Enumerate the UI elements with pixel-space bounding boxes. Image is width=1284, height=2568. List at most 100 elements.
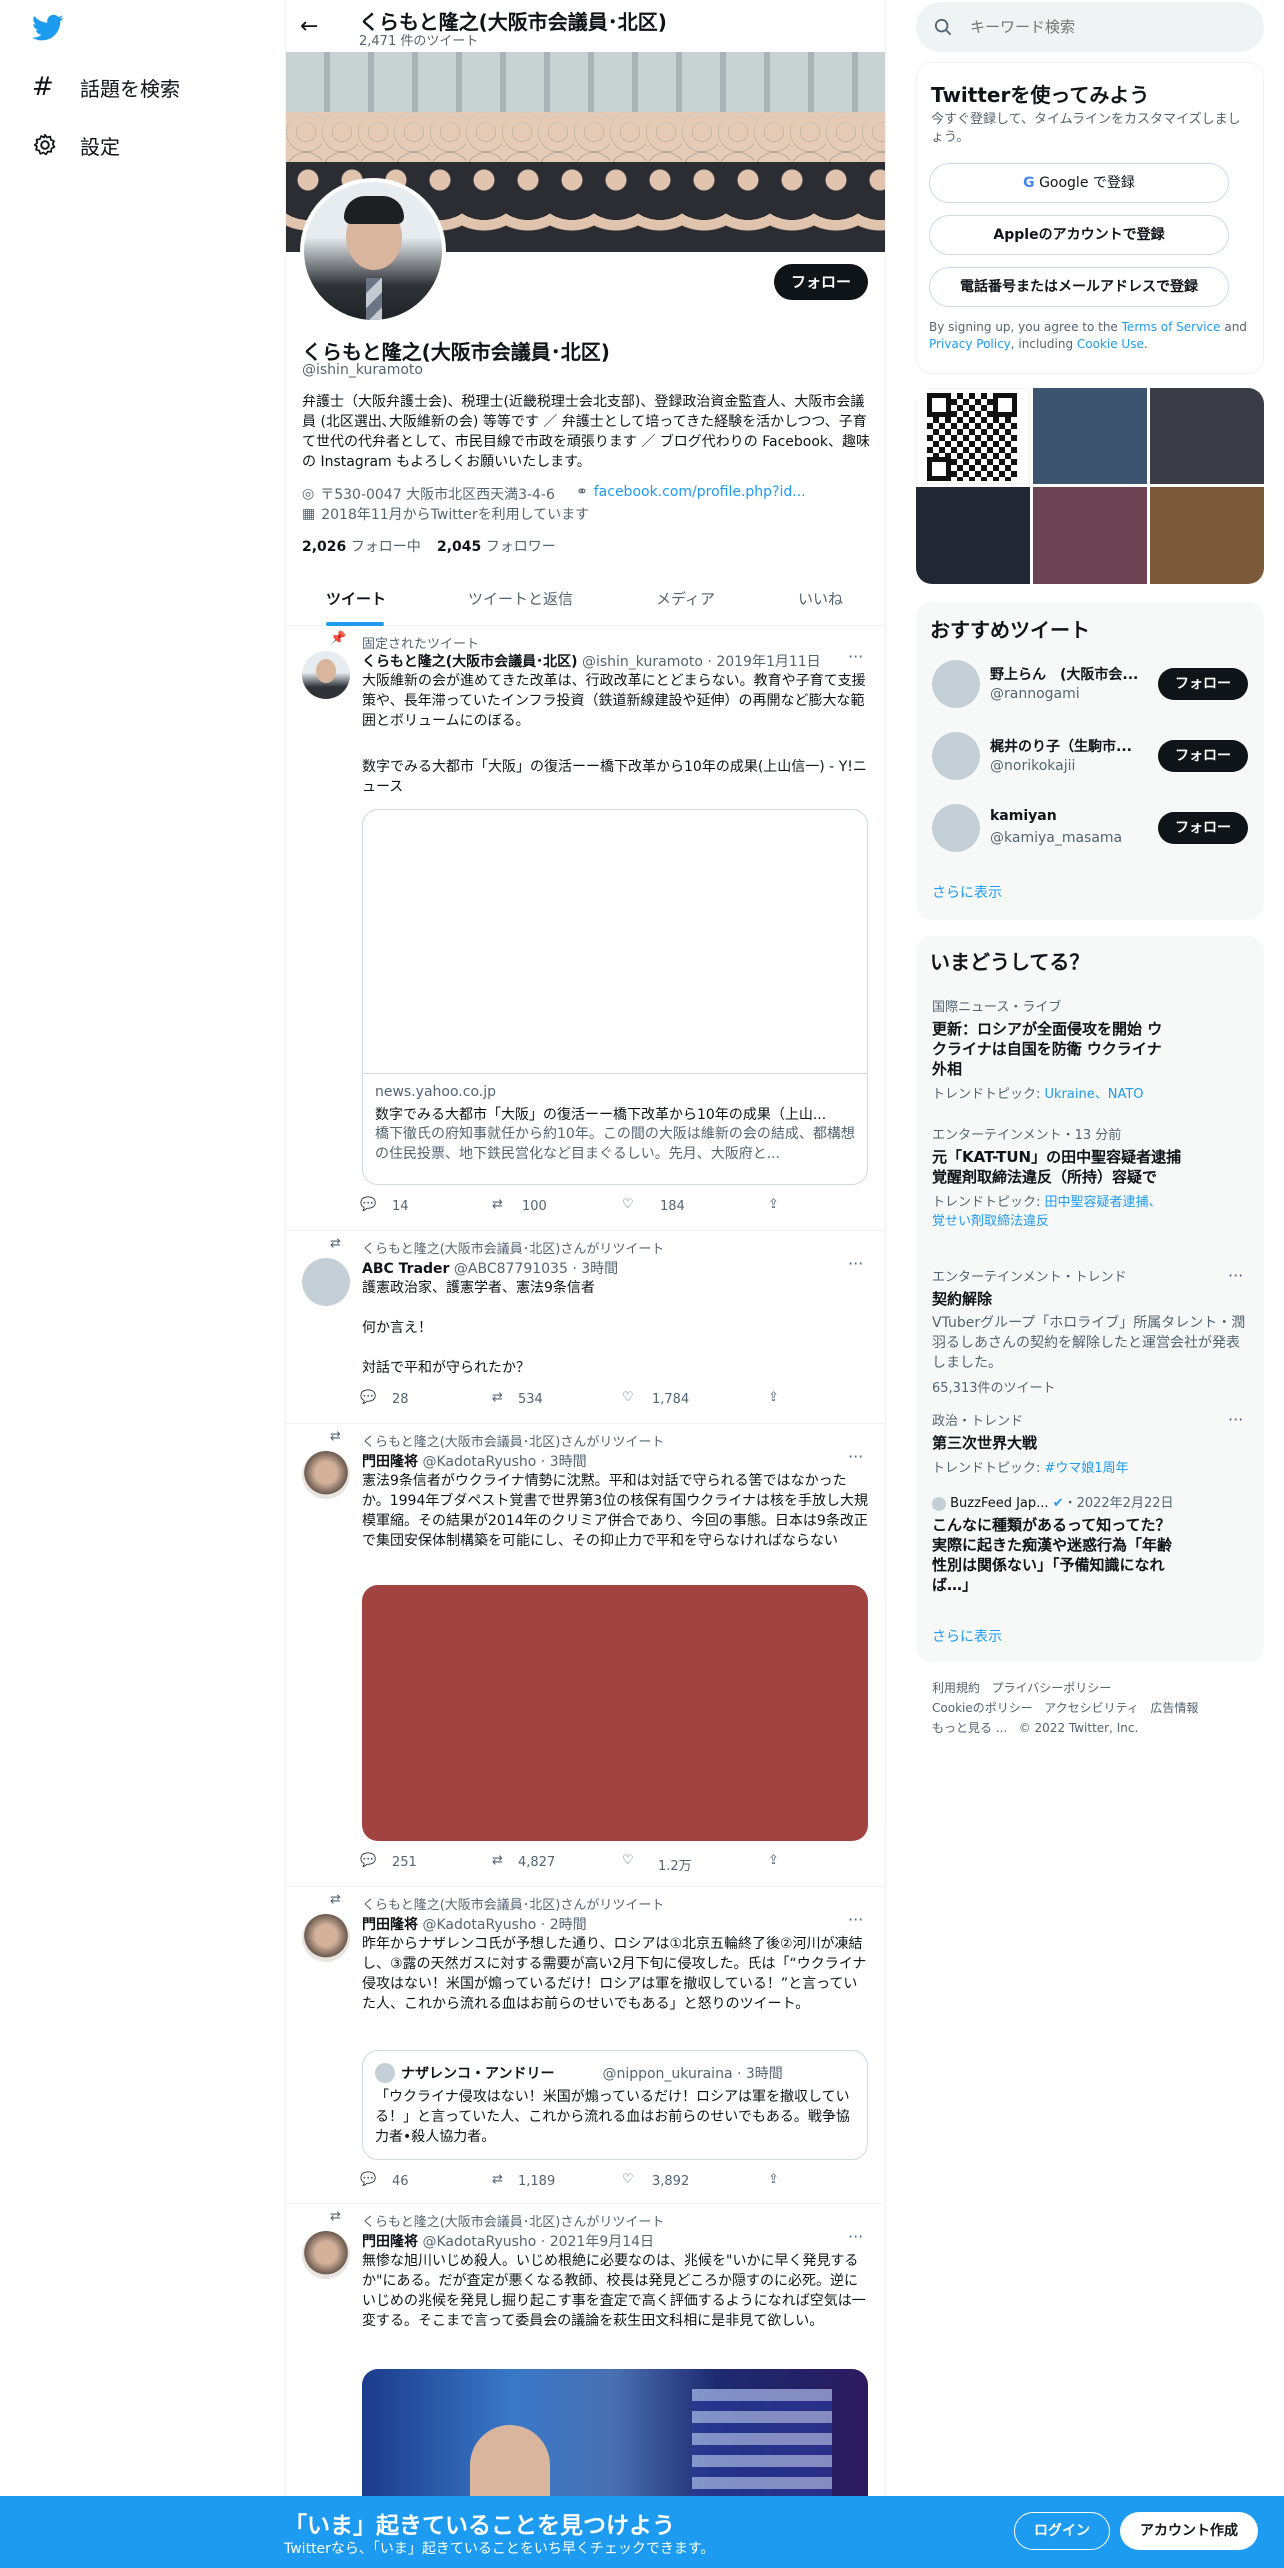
like-icon[interactable]: ♡ <box>622 1390 634 1405</box>
who-show-more[interactable]: さらに表示 <box>932 882 1002 902</box>
follow-user-button[interactable]: フォロー <box>1158 740 1248 772</box>
tweet-retweet-kadota-2[interactable]: ⇄ くらもと隆之(大阪市会議員･北区)さんがリツイート 門田隆将 @Kadota… <box>286 1888 885 2204</box>
tab-tweets[interactable]: ツイート <box>326 588 386 609</box>
tab-media[interactable]: メディア <box>656 588 715 609</box>
reply-icon[interactable]: 💬 <box>360 2172 376 2187</box>
nav-settings[interactable]: 設定 <box>32 128 120 162</box>
more-icon[interactable]: ··· <box>848 647 863 666</box>
tweet-retweet-abc[interactable]: ⇄ くらもと隆之(大阪市会議員･北区)さんがリツイート ABC Trader @… <box>286 1232 885 1424</box>
retweet-small-icon: ⇄ <box>330 1892 341 1907</box>
footer-more[interactable]: もっと見る ... <box>932 1721 1007 1735</box>
profile-avatar[interactable] <box>300 178 446 324</box>
retweet-icon[interactable]: ⇄ <box>492 1197 503 1212</box>
like-icon[interactable]: ♡ <box>622 1853 634 1868</box>
tab-likes[interactable]: いいね <box>798 588 843 609</box>
followers-stat[interactable]: 2,045 フォロワー <box>437 536 556 556</box>
tweet-media-image[interactable] <box>362 1585 868 1841</box>
google-signup-button[interactable]: G Google で登録 <box>929 163 1229 203</box>
media-thumb[interactable] <box>1033 487 1147 584</box>
user-avatar[interactable] <box>932 732 980 780</box>
avatar[interactable] <box>302 1451 350 1499</box>
avatar[interactable] <box>302 1914 350 1962</box>
back-arrow-icon[interactable]: ← <box>300 14 318 39</box>
signup-button[interactable]: アカウント作成 <box>1120 2512 1258 2550</box>
trend-item[interactable]: エンターテインメント・13 分前 元「KAT-TUN」の田中聖容疑者逮捕 覚醒剤… <box>932 1124 1252 1229</box>
tweet-pinned[interactable]: 📌 固定されたツイート くらもと隆之(大阪市会議員･北区) @ishin_kur… <box>286 627 885 1231</box>
google-icon: G <box>1023 175 1035 191</box>
media-thumb-qr[interactable] <box>916 388 1030 484</box>
link-card[interactable]: news.yahoo.co.jp 数字でみる大都市「大阪」の復活ーー橋下改革から… <box>362 809 868 1185</box>
media-thumb[interactable] <box>1150 487 1264 584</box>
user-handle: @rannogami <box>990 686 1080 702</box>
follow-user-button[interactable]: フォロー <box>1158 812 1248 844</box>
user-avatar[interactable] <box>932 804 980 852</box>
media-thumb[interactable] <box>916 487 1030 584</box>
trend-item[interactable]: 政治・トレンド 第三次世界大戦 トレンドトピック: #ウマ娘1周年 <box>932 1410 1252 1476</box>
retweet-icon[interactable]: ⇄ <box>492 2172 503 2187</box>
twitter-logo-icon[interactable] <box>32 14 64 42</box>
privacy-link[interactable]: Privacy Policy <box>929 337 1011 351</box>
footer-cookie[interactable]: Cookieのポリシー <box>932 1701 1033 1715</box>
card-description: 橋下徹氏の府知事就任から約10年。この間の大阪は維新の会の結成、都構想の住民投票… <box>375 1126 855 1162</box>
share-icon[interactable]: ⇪ <box>768 2172 779 2187</box>
avatar[interactable] <box>302 2231 350 2279</box>
footer-accessibility[interactable]: アクセシビリティ <box>1044 1701 1139 1715</box>
reply-icon[interactable]: 💬 <box>360 1197 376 1212</box>
trend-item[interactable]: BuzzFeed Jap... ✔・2022年2月22日 こんなに種類があるって… <box>932 1492 1252 1595</box>
footer-terms[interactable]: 利用規約 <box>932 1681 980 1695</box>
profile-link[interactable]: ⚭ facebook.com/profile.php?id... <box>576 484 806 500</box>
trend-more-icon[interactable]: ··· <box>1228 1266 1243 1285</box>
trend-item[interactable]: 国際ニュース・ライブ 更新：ロシアが全面侵攻を開始 ウクライナは自国を防衛 ウク… <box>932 996 1252 1102</box>
profile-bio: 弁護士（大阪弁護士会)、税理士(近畿税理士会北支部)、登録政治資金監査人、大阪市… <box>302 394 871 470</box>
search-input[interactable] <box>970 18 1250 36</box>
more-icon[interactable]: ··· <box>848 2227 863 2246</box>
share-icon[interactable]: ⇪ <box>768 1853 779 1868</box>
avatar[interactable] <box>302 651 350 699</box>
nav-explore[interactable]: # 話題を検索 <box>32 70 180 104</box>
profile-location: ◎ 〒530-0047 大阪市北区西天満3-4-6 <box>302 486 555 503</box>
tab-tweets-replies[interactable]: ツイートと返信 <box>468 588 573 609</box>
quote-tweet[interactable]: ナザレンコ・アンドリー @nippon_ukuraina · 3時間 「ウクライナ… <box>362 2050 868 2160</box>
trends-show-more[interactable]: さらに表示 <box>932 1626 1002 1646</box>
like-icon[interactable]: ♡ <box>622 1197 634 1212</box>
more-icon[interactable]: ··· <box>848 1447 863 1466</box>
like-icon[interactable]: ♡ <box>622 2172 634 2187</box>
trend-more-icon[interactable]: ··· <box>1228 1410 1243 1429</box>
reply-icon[interactable]: 💬 <box>360 1853 376 1868</box>
user-name[interactable]: 野上らん (大阪市会... <box>990 664 1140 684</box>
retweet-icon[interactable]: ⇄ <box>492 1390 503 1405</box>
media-thumb[interactable] <box>1033 388 1147 484</box>
share-icon[interactable]: ⇪ <box>768 1197 779 1212</box>
terms-link[interactable]: Terms of Service <box>1122 320 1221 334</box>
search-bar[interactable] <box>916 2 1264 52</box>
following-stat[interactable]: 2,026 フォロー中 <box>302 536 421 556</box>
cookie-link[interactable]: Cookie Use <box>1077 337 1144 351</box>
avatar[interactable] <box>302 1258 350 1306</box>
footer-privacy[interactable]: プライバシーポリシー <box>991 1681 1111 1695</box>
user-avatar[interactable] <box>932 660 980 708</box>
trend-item[interactable]: エンターテインメント・トレンド 契約解除 VTuberグループ「ホロライブ」所属… <box>932 1266 1252 1396</box>
more-icon[interactable]: ··· <box>848 1910 863 1929</box>
phone-signup-button[interactable]: 電話番号またはメールアドレスで登録 <box>929 267 1229 307</box>
more-icon[interactable]: ··· <box>848 1254 863 1273</box>
signup-card: Twitterを使ってみよう 今すぐ登録して、タイムラインをカスタマイズしましょ… <box>916 62 1264 374</box>
retweet-small-icon: ⇄ <box>330 1429 341 1444</box>
login-button[interactable]: ログイン <box>1014 2512 1110 2550</box>
user-name[interactable]: 梶井のり子（生駒市... <box>990 736 1140 756</box>
tweet-retweet-kadota-1[interactable]: ⇄ くらもと隆之(大阪市会議員･北区)さんがリツイート 門田隆将 @Kadota… <box>286 1425 885 1887</box>
share-icon[interactable]: ⇪ <box>768 1390 779 1405</box>
retweet-icon[interactable]: ⇄ <box>492 1853 503 1868</box>
quote-text: 「ウクライナ侵攻はない！米国が煽っているだけ！ロシアは軍を撤収している！」と言っ… <box>375 2089 850 2145</box>
follow-user-button[interactable]: フォロー <box>1158 668 1248 700</box>
user-name[interactable]: kamiyan <box>990 808 1057 824</box>
reply-icon[interactable]: 💬 <box>360 1390 376 1405</box>
footer-ads[interactable]: 広告情報 <box>1150 1701 1198 1715</box>
media-thumb[interactable] <box>1150 388 1264 484</box>
apple-signup-button[interactable]: Appleのアカウントで登録 <box>929 215 1229 255</box>
tweet-header: ABC Trader @ABC87791035 · 3時間 <box>362 1261 619 1277</box>
tweet-media-image[interactable] <box>362 2369 868 2509</box>
tweet-retweet-kadota-3[interactable]: ⇄ くらもと隆之(大阪市会議員･北区)さんがリツイート 門田隆将 @Kadota… <box>286 2205 885 2509</box>
follow-button[interactable]: フォロー <box>774 264 868 300</box>
tweet-text: 昨年からナザレンコ氏が予想した通り、ロシアは①北京五輪終了後②河川が凍結し、③露… <box>362 1936 867 2012</box>
signup-subtitle: 今すぐ登録して、タイムラインをカスタマイズしましょう。 <box>931 112 1241 145</box>
